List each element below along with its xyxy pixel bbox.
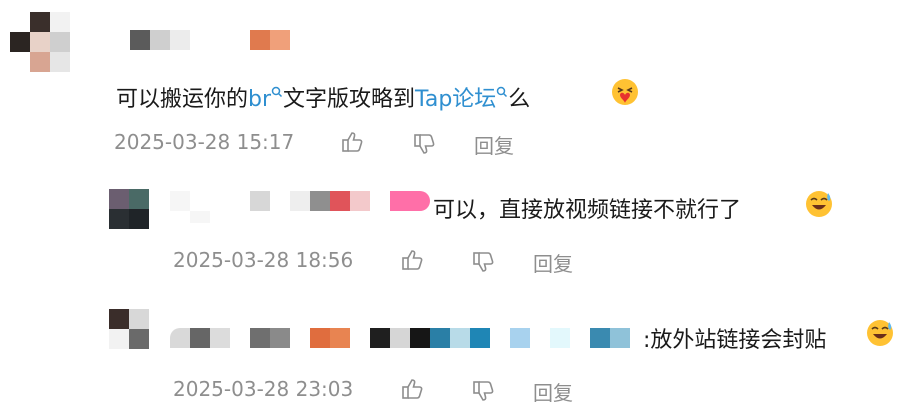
link-br[interactable]: br <box>248 86 283 112</box>
thumbs-up-icon[interactable] <box>401 377 425 401</box>
username-blurred[interactable] <box>170 328 630 348</box>
reply-button[interactable]: 回复 <box>474 130 514 159</box>
avatar[interactable] <box>109 189 149 229</box>
timestamp: 2025-03-28 23:03 <box>173 377 354 401</box>
sweat-smile-emoji <box>806 191 832 217</box>
reply-button[interactable]: 回复 <box>533 248 573 277</box>
username-blurred[interactable] <box>130 30 295 50</box>
avatar[interactable] <box>109 309 149 349</box>
link-tap-forum[interactable]: Tap论坛 <box>415 86 508 112</box>
search-superscript-icon <box>271 81 283 98</box>
comment-text: 可以搬运你的br 文字版攻略到Tap论坛么 <box>116 81 530 113</box>
timestamp: 2025-03-28 18:56 <box>173 248 354 272</box>
thumbs-up-icon[interactable] <box>341 130 365 154</box>
thumbs-up-icon[interactable] <box>401 248 425 272</box>
search-superscript-icon <box>496 81 508 98</box>
reply-button[interactable]: 回复 <box>533 377 573 406</box>
username-blurred[interactable] <box>170 191 430 211</box>
timestamp: 2025-03-28 15:17 <box>114 130 295 154</box>
thumbs-down-icon[interactable] <box>413 132 437 156</box>
sweat-smile-emoji <box>867 320 893 346</box>
comment-text: :放外站链接会封贴 <box>643 328 827 353</box>
avatar[interactable] <box>10 12 70 72</box>
comment-text: 可以，直接放视频链接不就行了 <box>433 198 742 223</box>
thumbs-down-icon[interactable] <box>472 250 496 274</box>
blur-block <box>190 211 210 223</box>
heart-hug-emoji <box>612 79 638 105</box>
thumbs-down-icon[interactable] <box>472 379 496 403</box>
